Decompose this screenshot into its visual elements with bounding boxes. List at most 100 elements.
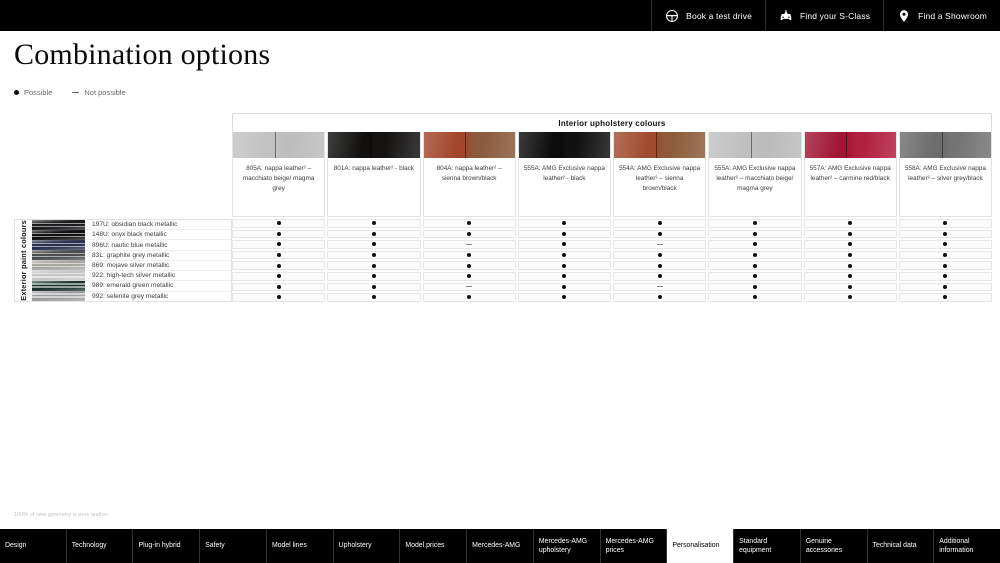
possible-dot-icon bbox=[848, 231, 853, 236]
interior-colour-label: 555A: AMG Exclusive nappa leather² – mac… bbox=[714, 165, 796, 192]
exterior-paint-label: 922: high-tech silver metallic bbox=[85, 271, 231, 282]
tab-genuine-accessories[interactable]: Genuine accessories bbox=[800, 529, 868, 563]
availability-cell bbox=[517, 293, 611, 302]
availability-cell bbox=[232, 261, 326, 270]
topbar-item-find-your-s-class[interactable]: Find your S-Class bbox=[765, 0, 883, 31]
legend-item-possible: Possible bbox=[14, 88, 52, 97]
availability-cell bbox=[803, 282, 897, 292]
tab-standard-equipment[interactable]: Standard equipment bbox=[734, 529, 801, 563]
availability-cell bbox=[327, 219, 421, 228]
availability-cell bbox=[517, 282, 611, 292]
possible-dot-icon bbox=[943, 274, 948, 279]
exterior-paint-label: 869: mojave silver metallic bbox=[85, 261, 231, 272]
interior-colour-label: 801A: nappa leather² - black bbox=[333, 165, 415, 172]
availability-cell bbox=[517, 229, 611, 239]
tab-model-prices[interactable]: Model prices bbox=[400, 529, 468, 563]
availability-cell bbox=[803, 261, 897, 270]
possible-dot-icon bbox=[752, 295, 757, 300]
paint-highlight-band bbox=[32, 266, 85, 268]
topbar-item-find-a-showroom[interactable]: Find a Showroom bbox=[883, 0, 1000, 31]
tab-technology[interactable]: Technology bbox=[66, 529, 134, 563]
tab-personalisation[interactable]: Personalisation bbox=[667, 529, 735, 563]
upholstery-swatch bbox=[423, 132, 515, 158]
interior-colour-column: 554A: AMG Exclusive nappa leather² – sie… bbox=[613, 132, 707, 217]
availability-cell bbox=[613, 250, 707, 260]
possible-dot-icon bbox=[752, 253, 757, 258]
tab-upholstery[interactable]: Upholstery bbox=[333, 529, 401, 563]
possible-dot-icon bbox=[562, 242, 567, 247]
tab-mercedes-amg[interactable]: Mercedes-AMG bbox=[467, 529, 534, 563]
availability-cell bbox=[898, 240, 992, 249]
swatch-gloss bbox=[804, 132, 896, 158]
availability-cell bbox=[613, 271, 707, 281]
availability-cell bbox=[327, 240, 421, 249]
possible-dot-icon bbox=[657, 263, 662, 268]
availability-cell bbox=[422, 261, 516, 270]
possible-dot-icon bbox=[848, 295, 853, 300]
availability-grid bbox=[232, 219, 992, 302]
possible-dot-icon bbox=[848, 242, 853, 247]
tab-mercedes-amg-prices[interactable]: Mercedes-AMG prices bbox=[600, 529, 668, 563]
tab-label: Personalisation bbox=[672, 542, 720, 550]
availability-cell bbox=[613, 240, 707, 249]
possible-dot-icon bbox=[276, 263, 281, 268]
possible-dot-icon bbox=[562, 295, 567, 300]
possible-dot-icon bbox=[943, 284, 948, 289]
interior-colour-label: 558A: AMG Exclusive nappa leather² – sil… bbox=[904, 165, 986, 182]
availability-cell bbox=[327, 261, 421, 270]
tab-label: Technical data bbox=[872, 542, 917, 550]
tab-mercedes-amg-upholstery[interactable]: Mercedes-AMG upholstery bbox=[533, 529, 601, 563]
interior-colours-title-bar: Interior upholstery colours bbox=[232, 113, 992, 132]
tab-design[interactable]: Design bbox=[0, 529, 67, 563]
possible-dot-icon bbox=[371, 242, 376, 247]
availability-cell bbox=[803, 250, 897, 260]
possible-dot-icon bbox=[752, 242, 757, 247]
tab-model-lines[interactable]: Model lines bbox=[266, 529, 334, 563]
topbar-item-book-test-drive[interactable]: Book a test drive bbox=[651, 0, 765, 31]
interior-colour-column: 801A: nappa leather² - black bbox=[327, 132, 421, 217]
interior-colour-column: 804A: nappa leather² – sienna brown/blac… bbox=[422, 132, 516, 217]
interior-colour-label: 557A: AMG Exclusive nappa leather² – car… bbox=[809, 165, 891, 182]
swatch-gloss bbox=[328, 132, 420, 158]
exterior-paint-chip bbox=[32, 280, 85, 291]
possible-dot-icon bbox=[276, 231, 281, 236]
exterior-paint-chip bbox=[32, 230, 85, 241]
availability-cell bbox=[422, 219, 516, 228]
tab-additional-information[interactable]: Additional information bbox=[934, 529, 1000, 563]
availability-cell bbox=[898, 219, 992, 228]
availability-cell bbox=[803, 240, 897, 249]
tab-plug-in-hybrid[interactable]: Plug-in hybrid bbox=[133, 529, 201, 563]
possible-dot-icon bbox=[371, 295, 376, 300]
not-possible-dash-icon bbox=[656, 286, 663, 288]
possible-dot-icon bbox=[848, 221, 853, 226]
footnote: 100% of new geometry is pure leather bbox=[14, 512, 109, 518]
availability-cell bbox=[232, 293, 326, 302]
matrix-corner-spacer bbox=[14, 113, 232, 132]
page-root: Book a test drive Find your S-Class Find… bbox=[0, 0, 1000, 563]
tab-safety[interactable]: Safety bbox=[200, 529, 267, 563]
paint-highlight-band bbox=[32, 255, 85, 258]
upholstery-swatch bbox=[328, 132, 420, 158]
possible-dot-icon bbox=[562, 263, 567, 268]
possible-dot-icon bbox=[562, 274, 567, 279]
availability-cell bbox=[517, 271, 611, 281]
availability-cell bbox=[708, 240, 802, 249]
availability-cell bbox=[232, 240, 326, 249]
availability-cell bbox=[898, 282, 992, 292]
map-pin-icon bbox=[897, 9, 911, 23]
tab-technical-data[interactable]: Technical data bbox=[867, 529, 935, 563]
interior-colour-column: 557A: AMG Exclusive nappa leather² – car… bbox=[803, 132, 897, 217]
availability-cell bbox=[327, 271, 421, 281]
availability-cell bbox=[803, 229, 897, 239]
possible-dot-icon bbox=[276, 274, 281, 279]
swatch-gloss bbox=[614, 132, 706, 158]
swatch-gloss bbox=[423, 132, 515, 158]
availability-cell bbox=[613, 261, 707, 270]
tab-label: Upholstery bbox=[338, 542, 372, 550]
possible-dot-icon bbox=[943, 242, 948, 247]
availability-cell bbox=[327, 229, 421, 239]
exterior-paint-label: 83L: graphite grey metallic bbox=[85, 251, 231, 261]
availability-column bbox=[422, 219, 516, 302]
interior-colour-column: 558A: AMG Exclusive nappa leather² – sil… bbox=[898, 132, 992, 217]
possible-dot-icon bbox=[943, 295, 948, 300]
